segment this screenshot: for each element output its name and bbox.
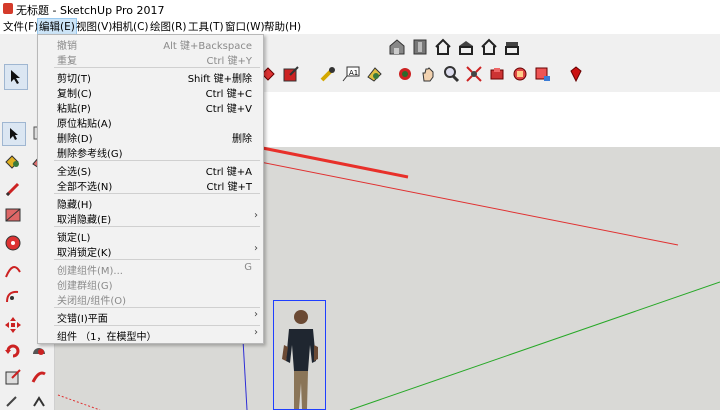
menu-item-paste[interactable]: 粘贴(P) Ctrl 键+V — [38, 99, 263, 115]
menu-window[interactable]: 窗口(W) — [225, 19, 265, 34]
warehouse-icon[interactable] — [487, 64, 507, 84]
left-view-icon[interactable] — [502, 37, 522, 57]
menu-item-unlock[interactable]: 取消锁定(K) › — [38, 243, 263, 259]
paint-bucket-icon[interactable] — [2, 150, 24, 172]
menu-item-make-group[interactable]: 创建群组(G) — [38, 276, 263, 292]
circle-icon[interactable] — [2, 232, 24, 254]
extension-icon[interactable] — [510, 64, 530, 84]
top-view-icon[interactable] — [410, 37, 430, 57]
menu-separator — [54, 160, 260, 161]
move-arrows-icon[interactable] — [2, 314, 24, 336]
menu-separator — [54, 67, 260, 68]
menu-item-make-component[interactable]: 创建组件(M)... G — [38, 261, 263, 277]
text-tool-label: A1 — [349, 69, 358, 77]
offset-icon[interactable] — [28, 342, 50, 364]
tape-measure-icon[interactable] — [318, 64, 338, 84]
text-icon[interactable]: A1 — [341, 64, 361, 84]
pan-icon[interactable] — [418, 64, 438, 84]
menu-item-select-none[interactable]: 全部不选(N) Ctrl 键+T — [38, 177, 263, 193]
menu-bar: 文件(F) 编辑(E) 视图(V) 相机(C) 绘图(R) 工具(T) 窗口(W… — [0, 18, 720, 35]
menu-item-delete[interactable]: 删除(D) 删除 — [38, 129, 263, 145]
menu-item-delete-guides[interactable]: 删除参考线(G) — [38, 144, 263, 160]
submenu-arrow-icon: › — [254, 309, 258, 320]
menu-item-component[interactable]: 组件 （1，在模型中） › — [38, 327, 263, 343]
front-view-icon[interactable] — [433, 37, 453, 57]
orbit-icon[interactable] — [395, 64, 415, 84]
zoom-extents-icon[interactable] — [464, 64, 484, 84]
menu-item-cut[interactable]: 剪切(T) Shift 键+删除 — [38, 69, 263, 85]
axes-icon[interactable] — [28, 390, 50, 412]
scale-icon[interactable] — [2, 366, 24, 388]
title-bar: 无标题 - SketchUp Pro 2017 — [0, 0, 720, 18]
menu-item-copy[interactable]: 复制(C) Ctrl 键+C — [38, 84, 263, 100]
menu-help[interactable]: 帮助(H) — [264, 19, 301, 34]
menu-item-unhide[interactable]: 取消隐藏(E) › — [38, 210, 263, 226]
share-icon[interactable] — [533, 64, 553, 84]
select-tool-icon[interactable] — [4, 64, 28, 90]
iso-view-icon[interactable] — [387, 37, 407, 57]
person-figure — [282, 310, 318, 409]
menu-separator — [54, 226, 260, 227]
menu-edit[interactable]: 编辑(E) — [37, 18, 77, 35]
menu-camera[interactable]: 相机(C) — [112, 19, 149, 34]
edit-menu-dropdown: 撤销 Alt 键+Backspace 重复 Ctrl 键+Y 剪切(T) Shi… — [37, 34, 264, 344]
menu-separator — [54, 325, 260, 326]
move-icon[interactable] — [281, 64, 301, 84]
arc-icon[interactable] — [2, 260, 24, 282]
menu-item-redo[interactable]: 重复 Ctrl 键+Y — [38, 51, 263, 67]
menu-item-paste-in-place[interactable]: 原位粘贴(A) — [38, 114, 263, 130]
pencil-icon[interactable] — [2, 178, 24, 200]
menu-draw[interactable]: 绘图(R) — [150, 19, 187, 34]
menu-tools[interactable]: 工具(T) — [188, 19, 224, 34]
tape-icon[interactable] — [2, 390, 24, 412]
submenu-arrow-icon: › — [254, 243, 258, 254]
main-toolbar: A1 — [258, 64, 586, 84]
menu-item-intersect-faces[interactable]: 交错(I)平面 › — [38, 309, 263, 325]
menu-item-hide[interactable]: 隐藏(H) — [38, 195, 263, 211]
menu-separator — [54, 307, 260, 308]
menu-item-select-all[interactable]: 全选(S) Ctrl 键+A — [38, 162, 263, 178]
back-view-icon[interactable] — [479, 37, 499, 57]
selected-person-component[interactable] — [273, 300, 326, 410]
menu-item-lock[interactable]: 锁定(L) — [38, 228, 263, 244]
window-title: 无标题 - SketchUp Pro 2017 — [16, 4, 165, 17]
sketchup-app-icon — [3, 3, 13, 14]
menu-item-undo[interactable]: 撤销 Alt 键+Backspace — [38, 36, 263, 52]
views-toolbar — [387, 37, 522, 57]
menu-separator — [54, 259, 260, 260]
select-arrow-icon[interactable] — [2, 122, 26, 146]
menu-file[interactable]: 文件(F) — [3, 19, 38, 34]
arc-3pt-icon[interactable] — [2, 286, 24, 308]
right-view-icon[interactable] — [456, 37, 476, 57]
rectangle-icon[interactable] — [2, 204, 24, 226]
rotate-icon[interactable] — [2, 340, 24, 362]
menu-view[interactable]: 视图(V) — [76, 19, 112, 34]
paint-icon[interactable] — [364, 64, 384, 84]
follow-me-icon[interactable] — [28, 366, 50, 388]
zoom-icon[interactable] — [441, 64, 461, 84]
menu-separator — [54, 193, 260, 194]
submenu-arrow-icon: › — [254, 327, 258, 338]
submenu-arrow-icon: › — [254, 210, 258, 221]
menu-item-close-group[interactable]: 关闭组/组件(O) — [38, 291, 263, 307]
ruby-icon[interactable] — [566, 64, 586, 84]
